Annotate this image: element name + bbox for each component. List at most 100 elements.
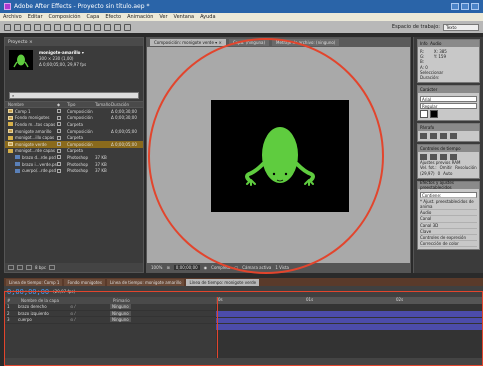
snapshot-icon[interactable]: ◉ [204,265,208,270]
comp-timecode[interactable]: 0;00;00;00 [173,265,200,270]
col-name[interactable]: Nombre [5,102,57,107]
menu-animacion[interactable]: Animación [127,14,153,20]
tab-timeline-verde[interactable]: Línea de tiempo: monigote verde [186,278,260,286]
new-folder-icon[interactable] [17,265,23,270]
col-duration[interactable]: Duración [111,102,141,107]
project-item[interactable]: brazo i...verde.psd Photoshop 37 KB [5,161,143,168]
rectangle-tool-icon[interactable] [64,23,71,31]
grid-icon[interactable]: ⊞ [166,265,169,270]
item-type: Carpeta [67,121,83,127]
brush-tool-icon[interactable] [94,23,101,31]
eraser-tool-icon[interactable] [114,23,121,31]
timeline-tabs: Línea de tiempo: Comp 1 Fondo monigotes … [4,278,483,286]
bit-depth[interactable]: 8 bpc [35,265,46,270]
interpret-footage-icon[interactable] [8,265,14,270]
project-item[interactable]: monigote verde Composición Δ 0;00;05;00 [5,140,143,148]
resolution-value[interactable]: Auto [443,171,452,176]
project-item-name: monigot...illo capas [5,135,57,140]
menu-archivo[interactable]: Archivo [3,14,22,20]
col-type[interactable]: Tipo [67,102,95,107]
label-color[interactable] [57,115,67,120]
maximize-button[interactable] [461,3,469,10]
label-color[interactable] [57,168,67,173]
composition-icon [8,142,13,147]
label-color[interactable] [57,162,67,167]
label-color[interactable] [57,109,67,114]
effects-tab[interactable]: Efectos y ajustes preestablecidos [418,180,479,190]
stroke-color-swatch[interactable] [430,110,438,119]
project-item[interactable]: monigote amarillo Composición Δ 0;00;05;00 [5,128,143,135]
search-icon: ⌕ [12,93,15,98]
text-tool-icon[interactable] [84,23,91,31]
effects-search-input[interactable]: Contiene: [420,191,477,198]
puppet-tool-icon[interactable] [124,23,131,31]
info-footer-2: Duración: [420,75,440,81]
project-item[interactable]: Comp 1 Composición Δ 0;00;30;00 [5,108,143,115]
zoom-level[interactable]: 100% [151,265,162,270]
minimize-button[interactable] [451,3,459,10]
justify-icon[interactable] [450,133,457,140]
label-color[interactable] [57,122,67,127]
project-item-name: monigote amarillo [5,129,57,134]
rotate-tool-icon[interactable] [34,23,41,31]
label-color[interactable] [57,142,67,147]
skip-value[interactable]: 0 [438,171,441,176]
project-item[interactable]: cuerpo/...rde.psd Photoshop 37 KB [5,167,143,174]
selected-meta: monigote-amarillo ▾ 300 × 230 (1,00) Δ 0… [39,50,86,86]
project-item[interactable]: monigot...rde capas Carpeta [5,148,143,155]
fx-item-presets[interactable]: * Ajust. preestablecidos de anima [420,199,477,211]
menu-ventana[interactable]: Ventana [174,14,195,20]
pen-tool-icon[interactable] [74,23,81,31]
label-color[interactable] [57,135,67,140]
project-item[interactable]: Fondo m...tos capas Carpeta [5,121,143,128]
menu-composicion[interactable]: Composición [49,14,81,20]
menu-capa[interactable]: Capa [87,14,100,20]
col-size[interactable]: Tamaño [95,102,111,107]
close-button[interactable] [471,3,479,10]
menu-efecto[interactable]: Efecto [105,14,121,20]
project-tab[interactable]: Proyecto × [5,38,143,46]
paragraph-tab[interactable]: Párrafo [418,124,479,132]
fps-value[interactable]: (29,97) [420,171,435,176]
menu-ayuda[interactable]: Ayuda [200,14,215,20]
tab-timeline-comp1[interactable]: Línea de tiempo: Comp 1 [6,278,63,286]
col-label-icon[interactable]: ◆ [57,102,67,107]
camera-tool-icon[interactable] [44,23,51,31]
align-center-icon[interactable] [430,133,437,140]
audio-tab-label[interactable]: Audio [430,41,441,46]
item-type: Carpeta [67,148,83,154]
character-tab[interactable]: Carácter [418,86,479,94]
label-color[interactable] [57,129,67,134]
tab-composition[interactable]: Composición: monigote verde ▾ × [150,39,226,46]
project-item-name: Fondo monigotes [5,115,57,120]
font-family-select[interactable]: Arial [420,96,477,103]
zoom-tool-icon[interactable] [24,23,31,31]
menu-ver[interactable]: Ver [159,14,167,20]
workspace-select[interactable]: Texto [443,23,479,31]
tab-timeline-fondo[interactable]: Fondo monigotes [64,278,105,286]
font-style-select[interactable]: Regular [420,103,477,110]
project-item[interactable]: Fondo monigotes Composición Δ 0;00;30;00 [5,115,143,122]
trash-icon[interactable] [49,265,56,270]
pan-behind-tool-icon[interactable] [54,23,61,31]
paragraph-body [418,131,479,141]
fill-color-swatch[interactable] [420,110,428,119]
info-tab[interactable]: Info Audio [418,40,479,47]
project-item[interactable]: brazo d...rde.psd Photoshop 37 KB [5,154,143,161]
project-item[interactable]: monigot...illo capas Carpeta [5,134,143,141]
tools-toolbar: Espacio de trabajo: Texto [0,21,483,33]
align-left-icon[interactable] [420,133,427,140]
hand-tool-icon[interactable] [14,23,21,31]
new-comp-icon[interactable] [26,265,32,270]
label-color[interactable] [57,148,67,153]
fx-item-color[interactable]: Corrección de color [420,241,477,248]
project-search-input[interactable]: ⌕ [9,92,139,99]
clone-tool-icon[interactable] [104,23,111,31]
label-color[interactable] [57,155,67,160]
menu-editar[interactable]: Editar [28,14,43,20]
time-controls-tab[interactable]: Controles de tiempo [418,145,479,153]
tab-timeline-amarillo[interactable]: Línea de tiempo: monigote amarillo [106,278,185,286]
selection-tool-icon[interactable] [4,23,11,31]
resolution-label: Resolución [455,165,477,171]
align-right-icon[interactable] [440,133,447,140]
